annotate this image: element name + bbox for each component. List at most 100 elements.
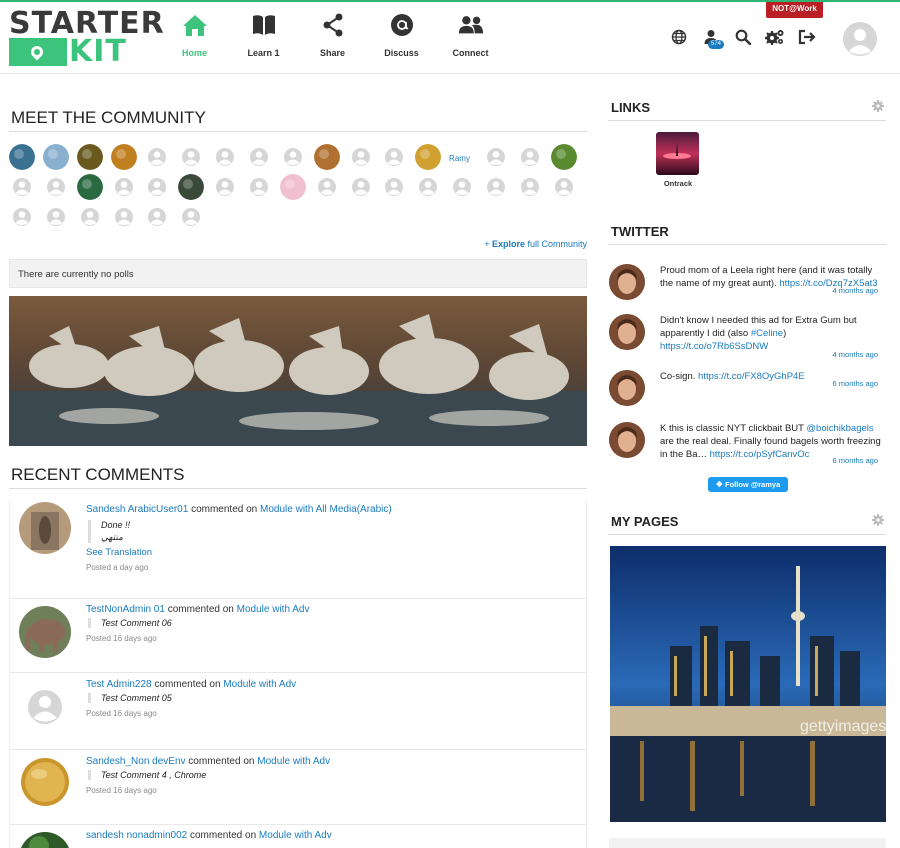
sign-out-icon[interactable] — [796, 26, 818, 48]
tweet-avatar[interactable] — [609, 314, 645, 350]
comment-target[interactable]: Module with Adv — [237, 604, 310, 615]
member-avatar[interactable] — [178, 174, 205, 200]
follow-twitter-button[interactable]: ❖ Follow @ramya — [708, 477, 788, 492]
tweet-avatar[interactable] — [609, 264, 645, 300]
tweet-time[interactable]: 6 months ago — [833, 456, 878, 465]
member-avatar[interactable] — [381, 144, 408, 170]
comment-author[interactable]: Test Admin228 — [86, 679, 152, 690]
tweet-avatar[interactable] — [609, 422, 645, 458]
nav-learn-label: Learn 1 — [247, 48, 280, 58]
tweet-avatar[interactable] — [609, 370, 645, 406]
nav-learn[interactable]: Learn 1 — [229, 2, 298, 74]
tweet-time[interactable]: 4 months ago — [833, 286, 878, 295]
tweet-link[interactable]: https://t.co/o7Rb6SsDNW — [660, 341, 768, 352]
tweet-time[interactable]: 4 months ago — [833, 350, 878, 359]
member-avatar[interactable] — [245, 174, 272, 200]
member-avatar[interactable] — [110, 174, 137, 200]
member-avatar[interactable] — [415, 174, 442, 200]
comment-author[interactable]: Sandesh_Non devEnv — [86, 756, 186, 767]
comment-avatar[interactable] — [19, 756, 71, 808]
comment-avatar[interactable] — [19, 502, 71, 554]
horses-banner-image[interactable] — [9, 296, 587, 446]
member-avatar[interactable] — [76, 204, 103, 230]
member-avatar[interactable]: Ramy — [449, 144, 476, 170]
member-avatar[interactable] — [347, 174, 374, 200]
comment-author[interactable]: TestNonAdmin 01 — [86, 604, 165, 615]
comment-item: Test Admin228 commented on Module with A… — [10, 673, 586, 750]
member-avatar[interactable] — [550, 144, 577, 170]
main-nav: Home Learn 1 Share Discuss Connect — [160, 2, 505, 74]
tweet-hashtag[interactable]: #Celine — [751, 328, 783, 339]
member-avatar[interactable] — [381, 174, 408, 200]
nav-share[interactable]: Share — [298, 2, 367, 74]
link-item-ontrack[interactable]: Ontrack — [656, 132, 700, 188]
member-avatar[interactable] — [245, 144, 272, 170]
comment-target[interactable]: Module with Adv — [223, 679, 296, 690]
member-avatar[interactable] — [212, 174, 239, 200]
comment-target[interactable]: Module with Adv — [259, 830, 332, 841]
member-avatar[interactable] — [42, 204, 69, 230]
member-avatar[interactable] — [42, 174, 69, 200]
my-pages-settings-gear-icon[interactable] — [872, 514, 884, 526]
globe-icon[interactable] — [668, 26, 690, 48]
member-avatar[interactable] — [76, 144, 103, 170]
links-settings-gear-icon[interactable] — [872, 100, 884, 112]
member-avatar[interactable] — [313, 144, 340, 170]
nav-discuss[interactable]: Discuss — [367, 2, 436, 74]
comment-time: Posted a day ago — [86, 563, 149, 572]
comment-avatar[interactable] — [19, 681, 71, 733]
org-badge[interactable]: NOT@Work — [766, 2, 823, 18]
member-avatar[interactable] — [279, 174, 306, 200]
member-avatar[interactable] — [178, 204, 205, 230]
explore-community-link[interactable]: + Explore full Community — [484, 239, 587, 249]
comment-author[interactable]: Sandesh ArabicUser01 — [86, 504, 188, 515]
member-avatar[interactable] — [144, 144, 171, 170]
member-avatar[interactable] — [279, 144, 306, 170]
comment-target[interactable]: Module with Adv — [257, 756, 330, 767]
member-avatar[interactable] — [516, 174, 543, 200]
comment-quote: Test Comment 4 , Chrome — [88, 770, 330, 780]
member-avatar[interactable] — [550, 174, 577, 200]
member-avatar[interactable] — [449, 174, 476, 200]
my-pages-city-image[interactable]: gettyimages — [610, 546, 886, 822]
starter-kit-logo[interactable]: STARTER KIT — [9, 9, 164, 67]
comment-author[interactable]: sandesh nonadmin002 — [86, 830, 187, 841]
member-avatar[interactable] — [9, 204, 35, 230]
member-avatar[interactable] — [482, 144, 509, 170]
user-avatar[interactable] — [843, 22, 877, 56]
twitter-bird-icon: ❖ — [715, 480, 723, 489]
nav-home[interactable]: Home — [160, 2, 229, 74]
settings-gears-icon[interactable] — [764, 26, 786, 48]
tweet-mention[interactable]: @boichikbagels — [806, 423, 873, 434]
member-avatar[interactable] — [76, 174, 103, 200]
member-avatar[interactable] — [482, 174, 509, 200]
tweet-link[interactable]: https://t.co/FX8OyGhP4E — [698, 371, 805, 382]
links-title-text: LINKS — [611, 100, 650, 115]
tweet-link[interactable]: https://t.co/pSyfCanvOc — [710, 449, 810, 460]
nav-connect[interactable]: Connect — [436, 2, 505, 74]
user-notifications-icon[interactable]: 574 — [700, 26, 725, 49]
home-icon — [182, 12, 208, 38]
member-avatar[interactable] — [9, 174, 35, 200]
comment-avatar[interactable] — [19, 606, 71, 658]
comment-target[interactable]: Module with All Media(Arabic) — [260, 504, 392, 515]
member-avatar[interactable] — [212, 144, 239, 170]
member-avatar[interactable] — [313, 174, 340, 200]
comment-text: Done !! — [101, 520, 131, 530]
member-avatar[interactable] — [42, 144, 69, 170]
member-avatar[interactable] — [347, 144, 374, 170]
search-icon[interactable] — [732, 26, 754, 48]
see-translation-link[interactable]: See Translation — [86, 547, 152, 558]
member-avatar[interactable] — [110, 204, 137, 230]
member-avatar[interactable] — [415, 144, 442, 170]
tweet-time[interactable]: 6 months ago — [833, 379, 878, 388]
member-avatar[interactable] — [144, 174, 171, 200]
member-avatar[interactable] — [144, 204, 171, 230]
member-avatar[interactable] — [110, 144, 137, 170]
member-avatar[interactable] — [178, 144, 205, 170]
comment-avatar[interactable] — [19, 832, 71, 848]
member-avatar[interactable] — [516, 144, 543, 170]
member-avatar[interactable] — [9, 144, 35, 170]
discuss-icon — [389, 12, 415, 38]
now-bar — [609, 838, 886, 848]
